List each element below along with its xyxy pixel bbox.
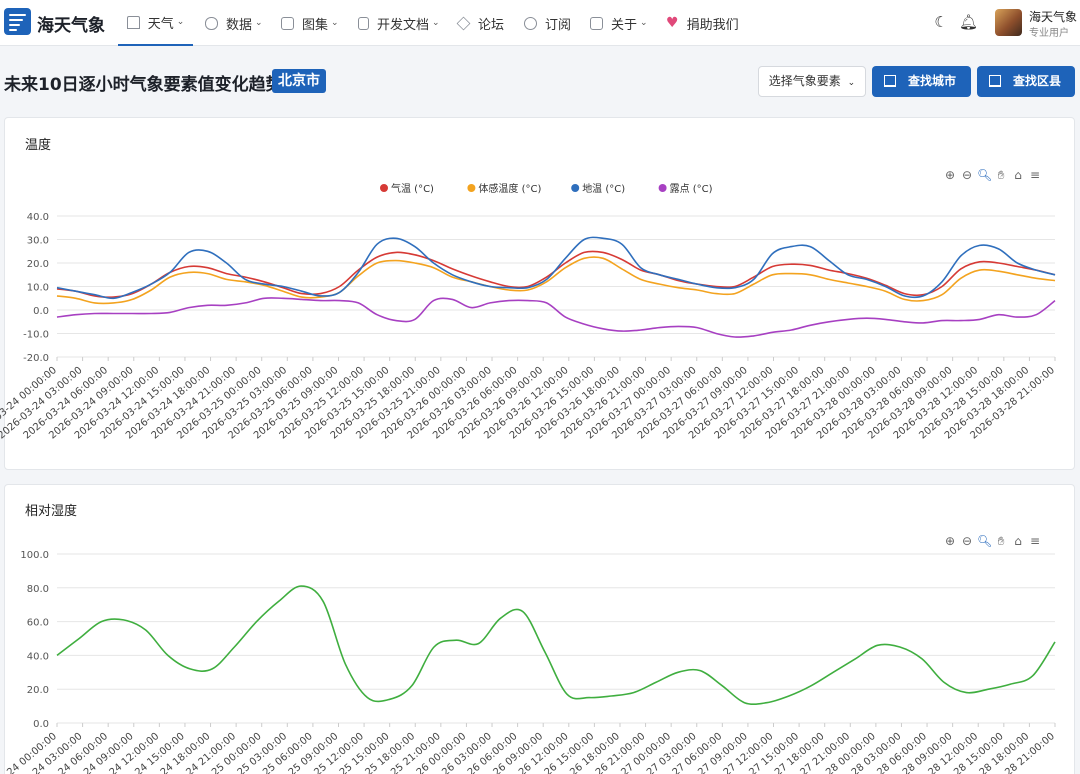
- y-tick-label: 20.0: [27, 685, 49, 696]
- y-tick-label: 40.0: [27, 651, 49, 662]
- series-line: [56, 585, 1056, 706]
- y-tick-label: 60.0: [27, 618, 49, 629]
- y-tick-label: 80.0: [27, 584, 49, 595]
- y-tick-label: 0.0: [33, 719, 49, 730]
- y-tick-label: 100.0: [20, 550, 49, 561]
- humidity-chart: 100.080.060.040.020.00.02026-03-24 00:00…: [0, 550, 1057, 774]
